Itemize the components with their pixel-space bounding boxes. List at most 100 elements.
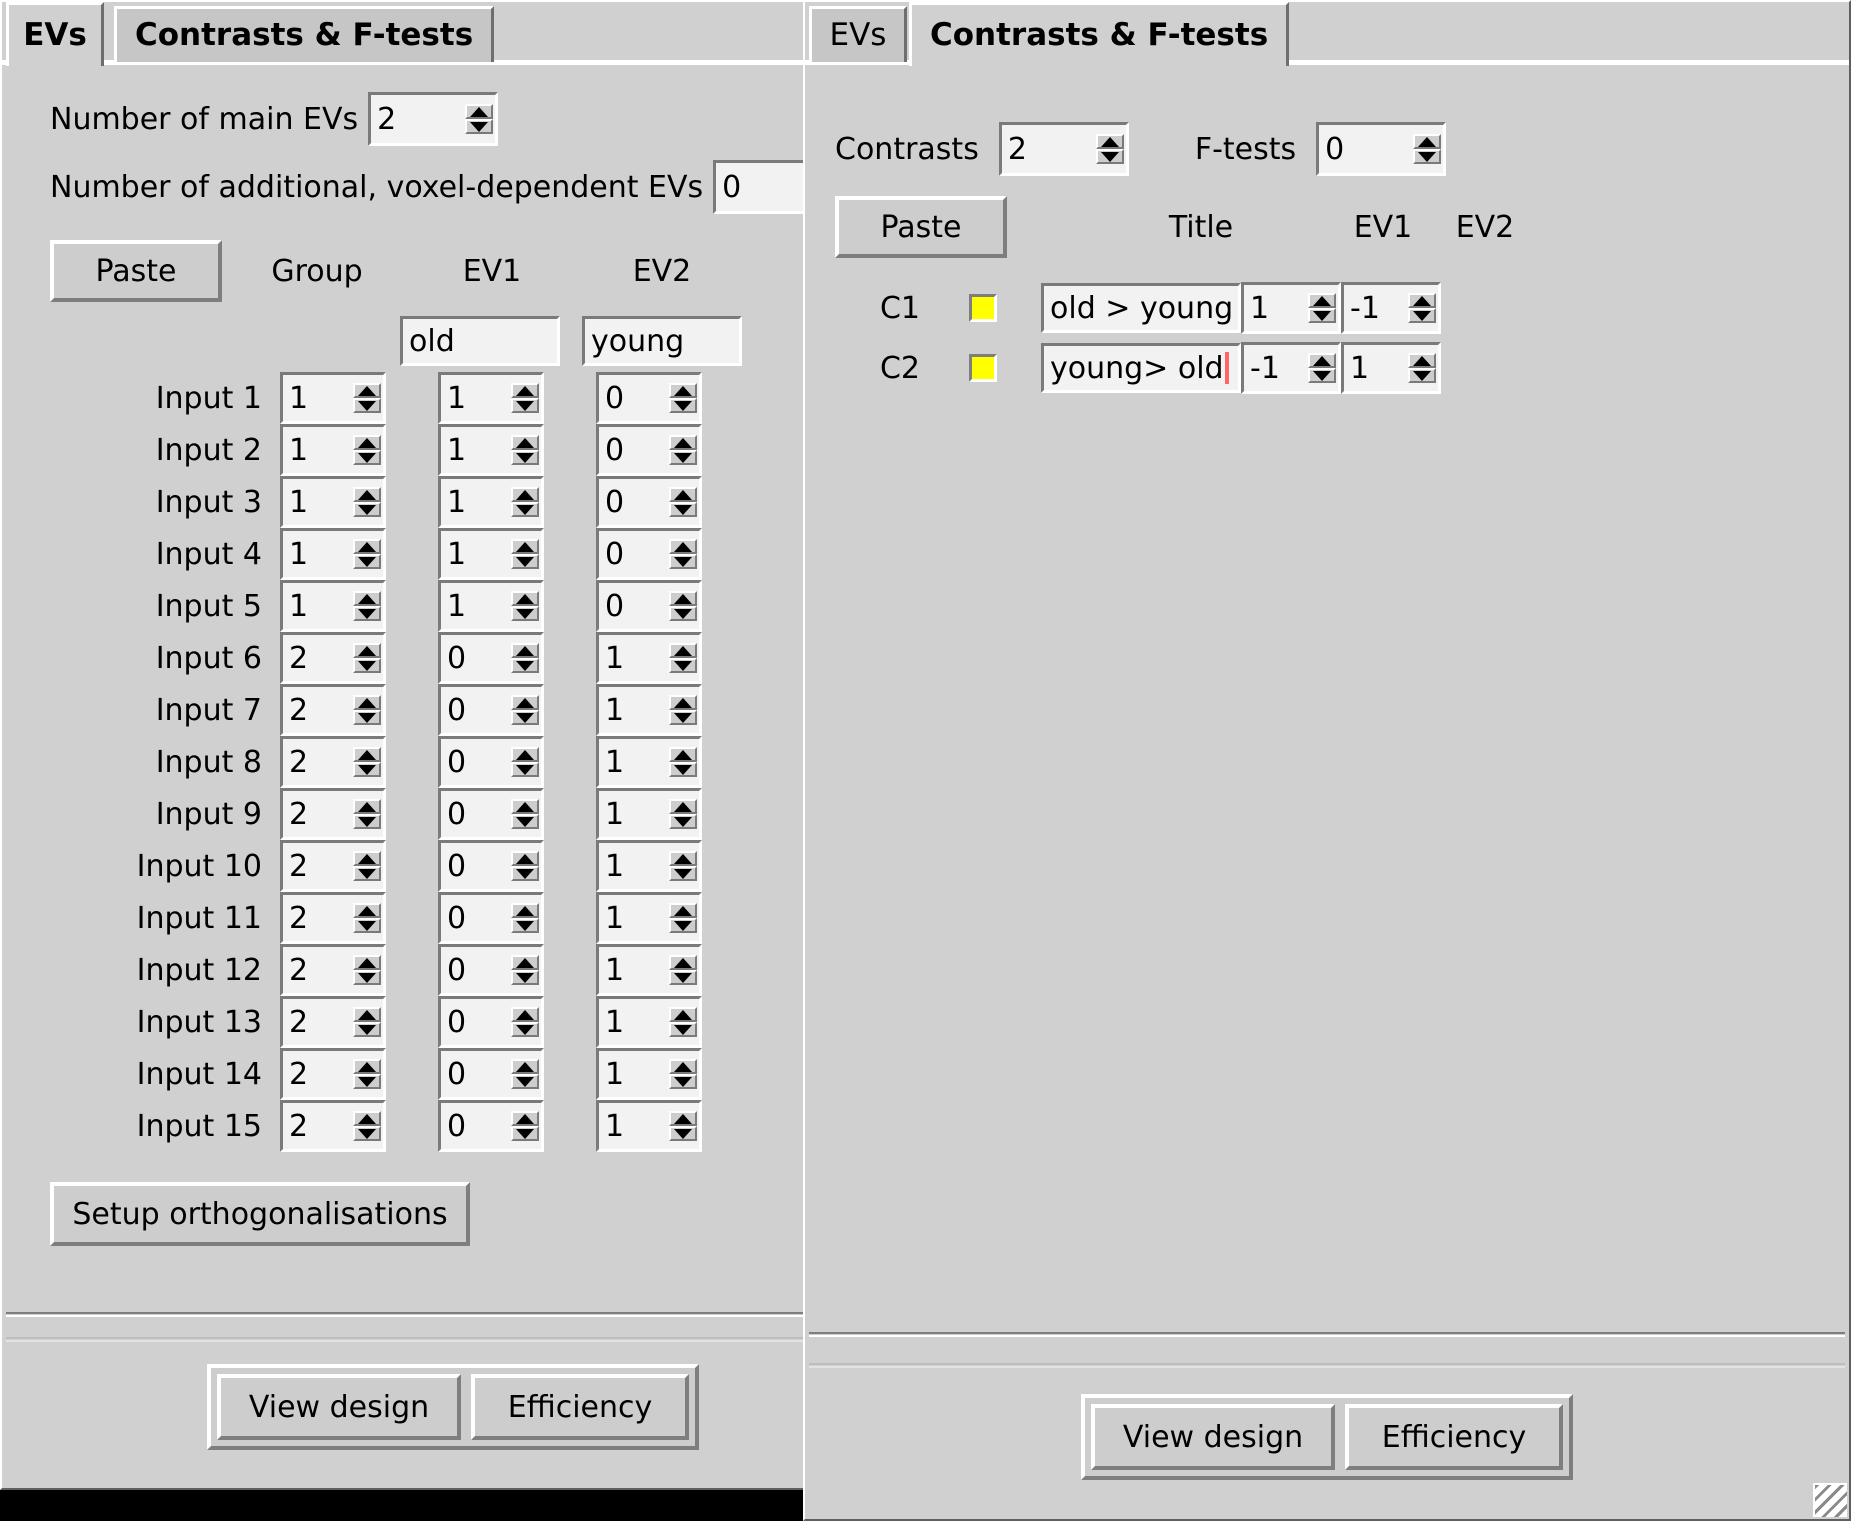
ev-row-15-ev1-stepper[interactable]: 0 xyxy=(438,1100,544,1152)
stepper-up-icon[interactable] xyxy=(511,799,539,814)
ev-row-7-ev1-arrows[interactable] xyxy=(511,687,541,733)
ev-row-3-group-arrows[interactable] xyxy=(353,479,383,525)
stepper-down-icon[interactable] xyxy=(1308,308,1336,323)
stepper-up-icon[interactable] xyxy=(511,435,539,450)
stepper-up-icon[interactable] xyxy=(511,747,539,762)
stepper-down-icon[interactable] xyxy=(511,710,539,725)
ev-row-12-ev2-value[interactable]: 1 xyxy=(599,947,669,993)
stepper-up-icon[interactable] xyxy=(511,539,539,554)
ev-row-10-group-arrows[interactable] xyxy=(353,843,383,889)
stepper-down-icon[interactable] xyxy=(669,658,697,673)
contrast-2-ev1-value[interactable]: -1 xyxy=(1244,345,1308,391)
ev-row-12-ev1-value[interactable]: 0 xyxy=(441,947,511,993)
stepper-up-icon[interactable] xyxy=(353,799,381,814)
stepper-up-icon[interactable] xyxy=(465,104,494,119)
ev-row-8-group-stepper[interactable]: 2 xyxy=(280,736,386,788)
ev-row-15-ev1-arrows[interactable] xyxy=(511,1103,541,1149)
contrasts-count-arrows[interactable] xyxy=(1095,125,1126,173)
contrast-2-ev2-value[interactable]: 1 xyxy=(1344,345,1408,391)
ev-row-9-ev2-stepper[interactable]: 1 xyxy=(596,788,702,840)
ev-row-1-ev2-value[interactable]: 0 xyxy=(599,375,669,421)
ev-row-11-group-value[interactable]: 2 xyxy=(283,895,353,941)
ev-row-8-ev1-arrows[interactable] xyxy=(511,739,541,785)
ev-row-8-ev2-arrows[interactable] xyxy=(669,739,699,785)
ev-row-10-group-value[interactable]: 2 xyxy=(283,843,353,889)
ev-row-15-group-value[interactable]: 2 xyxy=(283,1103,353,1149)
stepper-down-icon[interactable] xyxy=(353,918,381,933)
stepper-up-icon[interactable] xyxy=(1413,134,1442,149)
ev-row-5-ev1-stepper[interactable]: 1 xyxy=(438,580,544,632)
stepper-up-icon[interactable] xyxy=(1308,293,1336,308)
ev-row-7-ev2-value[interactable]: 1 xyxy=(599,687,669,733)
tab-evs[interactable]: EVs xyxy=(809,6,907,62)
stepper-down-icon[interactable] xyxy=(669,1074,697,1089)
ev-row-12-ev2-arrows[interactable] xyxy=(669,947,699,993)
ev-row-6-ev2-arrows[interactable] xyxy=(669,635,699,681)
ev-row-9-group-arrows[interactable] xyxy=(353,791,383,837)
stepper-down-icon[interactable] xyxy=(669,606,697,621)
ev-row-4-ev1-arrows[interactable] xyxy=(511,531,541,577)
ev-row-15-ev2-value[interactable]: 1 xyxy=(599,1103,669,1149)
stepper-down-icon[interactable] xyxy=(353,658,381,673)
ev-row-8-group-value[interactable]: 2 xyxy=(283,739,353,785)
ev-row-1-group-stepper[interactable]: 1 xyxy=(280,372,386,424)
stepper-down-icon[interactable] xyxy=(669,502,697,517)
ev-row-2-ev1-value[interactable]: 1 xyxy=(441,427,511,473)
stepper-down-icon[interactable] xyxy=(669,762,697,777)
ev-row-15-group-arrows[interactable] xyxy=(353,1103,383,1149)
ev2-title-input[interactable]: young xyxy=(582,316,742,366)
tab-contrasts-and-f-tests[interactable]: Contrasts & F-tests xyxy=(114,6,495,62)
ev-row-6-group-value[interactable]: 2 xyxy=(283,635,353,681)
stepper-up-icon[interactable] xyxy=(669,1007,697,1022)
stepper-down-icon[interactable] xyxy=(511,762,539,777)
ev-row-11-ev1-arrows[interactable] xyxy=(511,895,541,941)
ev-row-10-ev2-arrows[interactable] xyxy=(669,843,699,889)
stepper-up-icon[interactable] xyxy=(353,955,381,970)
stepper-up-icon[interactable] xyxy=(669,955,697,970)
stepper-down-icon[interactable] xyxy=(511,398,539,413)
ev-row-6-ev1-arrows[interactable] xyxy=(511,635,541,681)
stepper-down-icon[interactable] xyxy=(353,554,381,569)
stepper-up-icon[interactable] xyxy=(669,591,697,606)
stepper-down-icon[interactable] xyxy=(353,502,381,517)
ev-row-15-ev1-value[interactable]: 0 xyxy=(441,1103,511,1149)
stepper-up-icon[interactable] xyxy=(511,643,539,658)
contrast-2-ev2-arrows[interactable] xyxy=(1408,345,1438,391)
ev-row-11-ev2-stepper[interactable]: 1 xyxy=(596,892,702,944)
ev-row-13-ev2-arrows[interactable] xyxy=(669,999,699,1045)
stepper-up-icon[interactable] xyxy=(511,1007,539,1022)
view-design-button[interactable]: View design xyxy=(1091,1404,1335,1470)
ev-row-15-group-stepper[interactable]: 2 xyxy=(280,1100,386,1152)
stepper-down-icon[interactable] xyxy=(669,554,697,569)
stepper-down-icon[interactable] xyxy=(511,606,539,621)
ev-row-9-ev2-value[interactable]: 1 xyxy=(599,791,669,837)
stepper-up-icon[interactable] xyxy=(353,1059,381,1074)
ev-row-5-ev2-stepper[interactable]: 0 xyxy=(596,580,702,632)
ev-row-10-ev2-stepper[interactable]: 1 xyxy=(596,840,702,892)
contrast-2-ev1-stepper[interactable]: -1 xyxy=(1241,342,1341,394)
ev-row-1-ev1-stepper[interactable]: 1 xyxy=(438,372,544,424)
stepper-down-icon[interactable] xyxy=(1413,149,1442,164)
ev-row-10-ev1-value[interactable]: 0 xyxy=(441,843,511,889)
ev-row-4-ev1-value[interactable]: 1 xyxy=(441,531,511,577)
contrast-2-title-input[interactable]: young> old xyxy=(1041,343,1241,393)
contrast-1-ev2-arrows[interactable] xyxy=(1408,285,1438,331)
ev-row-7-ev1-stepper[interactable]: 0 xyxy=(438,684,544,736)
contrast-2-ev2-stepper[interactable]: 1 xyxy=(1341,342,1441,394)
stepper-down-icon[interactable] xyxy=(353,1074,381,1089)
num-additional-evs-value[interactable]: 0 xyxy=(716,163,811,211)
stepper-up-icon[interactable] xyxy=(511,695,539,710)
ev-row-11-ev2-value[interactable]: 1 xyxy=(599,895,669,941)
stepper-down-icon[interactable] xyxy=(353,1126,381,1141)
efficiency-button[interactable]: Efficiency xyxy=(1345,1404,1563,1470)
ev-row-1-ev2-stepper[interactable]: 0 xyxy=(596,372,702,424)
ftests-count-stepper[interactable]: 0 xyxy=(1316,122,1447,176)
stepper-up-icon[interactable] xyxy=(353,1111,381,1126)
ev-row-14-group-arrows[interactable] xyxy=(353,1051,383,1097)
ev-row-14-ev1-arrows[interactable] xyxy=(511,1051,541,1097)
num-main-evs-value[interactable]: 2 xyxy=(371,95,466,143)
stepper-down-icon[interactable] xyxy=(353,606,381,621)
ev-row-15-ev2-stepper[interactable]: 1 xyxy=(596,1100,702,1152)
stepper-up-icon[interactable] xyxy=(511,591,539,606)
stepper-up-icon[interactable] xyxy=(669,1059,697,1074)
